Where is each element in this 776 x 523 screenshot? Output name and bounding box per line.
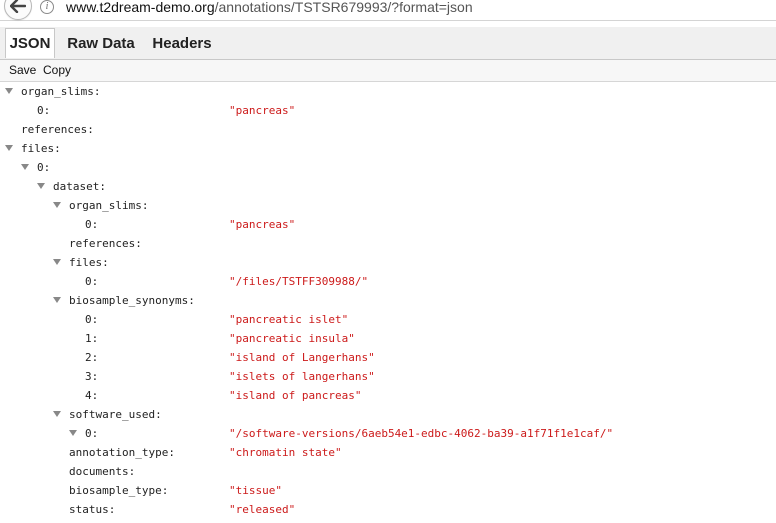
url-field[interactable]: www.t2dream-demo.org/annotations/TSTSR67… (66, 0, 473, 15)
tree-value: "/files/TSTFF309988/" (229, 275, 369, 288)
tree-row: 0: (0, 158, 776, 177)
tree-key: 0: (85, 218, 99, 231)
tree-key: references: (21, 123, 94, 136)
tree-value: "island of pancreas" (229, 389, 362, 402)
tree-key: organ_slims: (21, 85, 101, 98)
tree-key: organ_slims: (69, 199, 149, 212)
tree-key: 0: (85, 275, 99, 288)
address-bar: i www.t2dream-demo.org/annotations/TSTSR… (0, 0, 776, 21)
tree-key: 0: (37, 161, 51, 174)
tree-value: "pancreas" (229, 218, 296, 231)
tree-value: "tissue" (229, 484, 282, 497)
tree-key: 2: (85, 351, 99, 364)
save-button[interactable]: Save (9, 63, 36, 77)
site-info-icon[interactable]: i (40, 0, 54, 14)
tree-key: 1: (85, 332, 99, 345)
tree-row: status: "released" (0, 500, 776, 519)
tree-value: "pancreatic islet" (229, 313, 349, 326)
tree-row: dataset: (0, 177, 776, 196)
tree-key: documents: (69, 465, 136, 478)
tree-key: biosample_type: (69, 484, 169, 497)
tree-row: 0: "pancreas" (0, 215, 776, 234)
tree-row: documents: (0, 462, 776, 481)
tree-row: 2: "island of Langerhans" (0, 348, 776, 367)
tree-value: "/software-versions/6aeb54e1-edbc-4062-b… (229, 427, 614, 440)
tree-key: annotation_type: (69, 446, 175, 459)
tab-raw-data[interactable]: Raw Data (60, 29, 142, 59)
tree-key: 4: (85, 389, 99, 402)
tree-row: biosample_type: "tissue" (0, 481, 776, 500)
tree-value: "islets of langerhans" (229, 370, 375, 383)
tree-row: biosample_synonyms: (0, 291, 776, 310)
viewer-tabbar: JSON Raw Data Headers (0, 27, 776, 60)
collapse-triangle-icon[interactable] (5, 88, 13, 94)
tree-key: files: (69, 256, 109, 269)
collapse-triangle-icon[interactable] (5, 145, 13, 151)
tree-value: "pancreas" (229, 104, 296, 117)
tree-key: references: (69, 237, 142, 250)
tree-row: 4: "island of pancreas" (0, 386, 776, 405)
tree-row: 0: "pancreatic islet" (0, 310, 776, 329)
tree-key: status: (69, 503, 116, 516)
collapse-triangle-icon[interactable] (53, 411, 61, 417)
url-host: www.t2dream-demo.org (66, 0, 215, 15)
tree-key: software_used: (69, 408, 162, 421)
tree-row: 1: "pancreatic insula" (0, 329, 776, 348)
tree-row: software_used: (0, 405, 776, 424)
back-button[interactable] (4, 0, 32, 20)
tree-row: files: (0, 139, 776, 158)
tree-key: dataset: (53, 180, 106, 193)
copy-button[interactable]: Copy (43, 63, 71, 77)
collapse-triangle-icon[interactable] (53, 297, 61, 303)
tree-row: organ_slims: (0, 82, 776, 101)
tree-key: 0: (85, 427, 99, 440)
tree-row: 0: "/files/TSTFF309988/" (0, 272, 776, 291)
tree-value: "chromatin state" (229, 446, 342, 459)
collapse-triangle-icon[interactable] (53, 259, 61, 265)
tree-row: 3: "islets of langerhans" (0, 367, 776, 386)
tree-value: "released" (229, 503, 296, 516)
tree-row: 0: "/software-versions/6aeb54e1-edbc-406… (0, 424, 776, 443)
tree-key: 0: (37, 104, 51, 117)
tree-key: 3: (85, 370, 99, 383)
tree-value: "island of Langerhans" (229, 351, 375, 364)
tab-json[interactable]: JSON (5, 28, 55, 58)
url-path: /annotations/TSTSR679993/?format=json (214, 0, 473, 15)
tree-row: organ_slims: (0, 196, 776, 215)
collapse-triangle-icon[interactable] (53, 202, 61, 208)
tree-row: references: (0, 234, 776, 253)
back-arrow-icon (10, 0, 26, 13)
tree-row: 0: "pancreas" (0, 101, 776, 120)
collapse-triangle-icon[interactable] (21, 164, 29, 170)
tree-key: 0: (85, 313, 99, 326)
json-tree: organ_slims: 0: "pancreas" references: f… (0, 82, 776, 523)
tree-row: references: (0, 120, 776, 139)
tab-headers[interactable]: Headers (147, 29, 217, 59)
tree-key: files: (21, 142, 61, 155)
tree-row: files: (0, 253, 776, 272)
tree-value: "pancreatic insula" (229, 332, 355, 345)
collapse-triangle-icon[interactable] (37, 183, 45, 189)
json-toolbar: Save Copy (0, 60, 776, 82)
tree-key: biosample_synonyms: (69, 294, 195, 307)
collapse-triangle-icon[interactable] (69, 430, 77, 436)
tree-row: annotation_type: "chromatin state" (0, 443, 776, 462)
